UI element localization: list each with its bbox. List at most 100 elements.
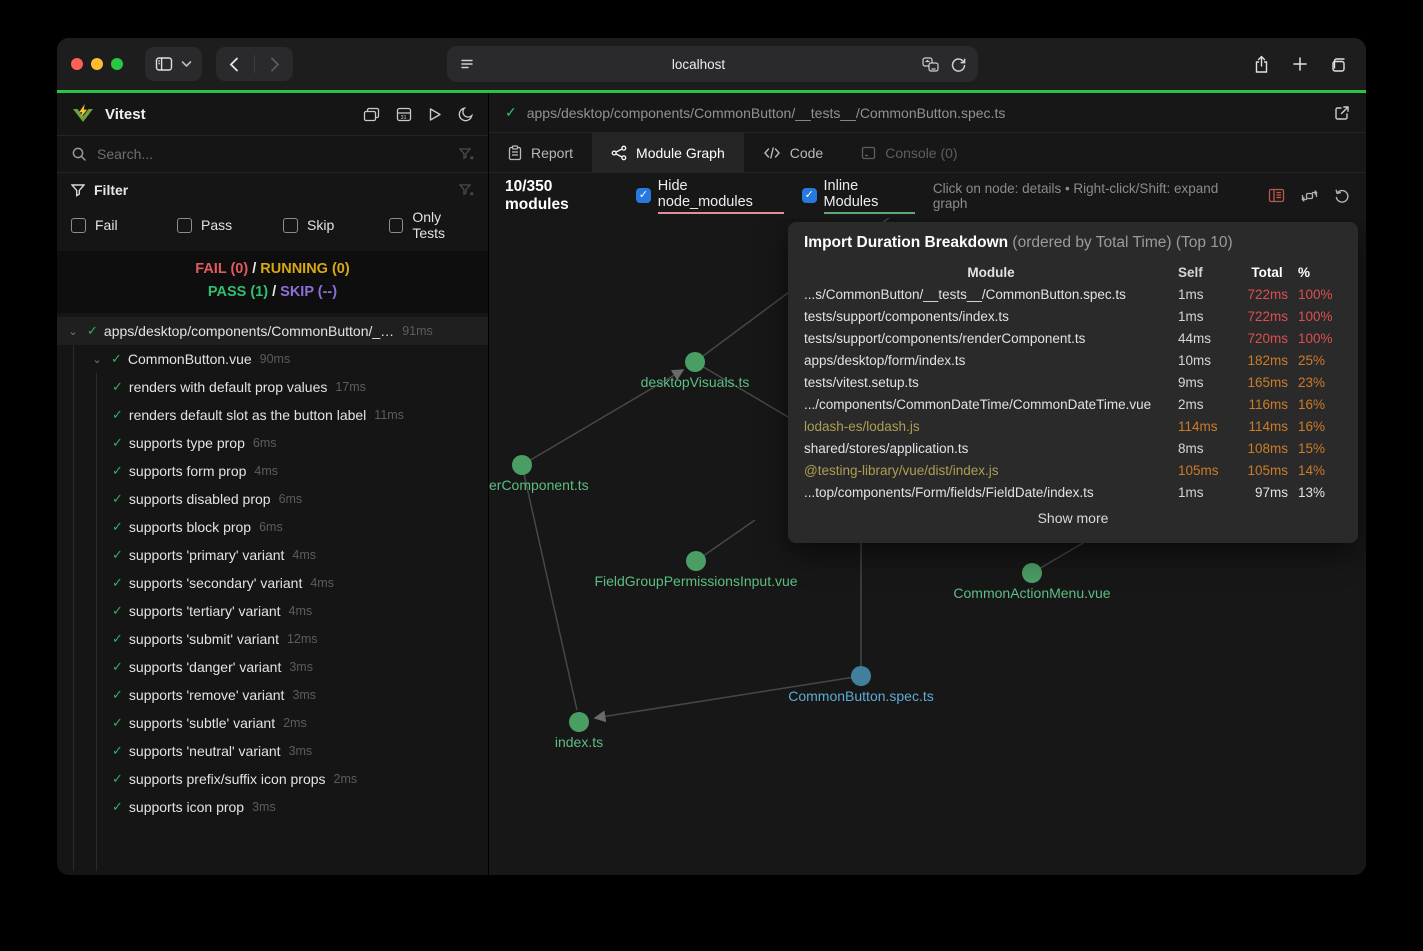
search-input[interactable] [97, 146, 449, 162]
expand-graph-icon[interactable] [1301, 188, 1318, 204]
node-circle[interactable] [569, 712, 589, 732]
console-icon [861, 146, 876, 160]
breakdown-module: shared/stores/application.ts [804, 441, 1178, 456]
pass-check-icon: ✓ [112, 715, 123, 731]
tabs-overview-icon[interactable] [1330, 56, 1348, 73]
panels-icon[interactable] [363, 107, 380, 122]
status-segment: / [248, 261, 260, 277]
chevron-down-icon[interactable]: ⌄ [67, 325, 79, 338]
graph-node-fieldGroupPermissionsInput[interactable]: FieldGroupPermissionsInput.vue [686, 551, 706, 571]
vitest-sidebar: Vitest 31 [57, 93, 489, 875]
minimize-window-button[interactable] [91, 58, 103, 70]
reader-icon[interactable] [459, 57, 475, 71]
graph-node-commonActionMenu[interactable]: CommonActionMenu.vue [1022, 563, 1042, 583]
details-book-icon[interactable] [1268, 188, 1285, 203]
tab-report[interactable]: Report [489, 133, 592, 172]
breakdown-module: @testing-library/vue/dist/index.js [804, 463, 1178, 478]
breakdown-rows: ...s/CommonButton/__tests__/CommonButton… [804, 283, 1342, 503]
graph-node-index[interactable]: index.ts [569, 712, 589, 732]
test-tree-row[interactable]: ⌄✓CommonButton.vue90ms [57, 345, 488, 373]
test-name: supports 'tertiary' variant [129, 603, 281, 619]
test-name: supports 'subtle' variant [129, 715, 275, 731]
test-tree-row[interactable]: ✓supports prefix/suffix icon props2ms [57, 765, 488, 793]
sidebar-toggle-button[interactable] [145, 47, 202, 81]
test-tree-row[interactable]: ✓renders with default prop values17ms [57, 373, 488, 401]
clear-filter-icon[interactable] [459, 184, 474, 197]
node-circle[interactable] [685, 352, 705, 372]
test-tree-row[interactable]: ✓supports 'danger' variant3ms [57, 653, 488, 681]
node-circle[interactable] [851, 666, 871, 686]
breakdown-total: 722ms [1236, 309, 1298, 324]
graph-toolbar: 10/350 modules ✓Hide node_modules✓Inline… [489, 173, 1366, 218]
filter-option-only-tests[interactable]: Only Tests [389, 209, 474, 241]
graph-node-commonButtonSpec[interactable]: CommonButton.spec.ts [851, 666, 871, 686]
show-more-button[interactable]: Show more [804, 510, 1342, 526]
tab-console-0-[interactable]: Console (0) [842, 133, 976, 172]
col-total: Total [1236, 265, 1298, 280]
test-name: supports prefix/suffix icon props [129, 771, 326, 787]
test-tree-row[interactable]: ✓supports 'submit' variant12ms [57, 625, 488, 653]
test-tree-row[interactable]: ✓supports 'subtle' variant2ms [57, 709, 488, 737]
breakdown-table: Module Self Total % ...s/CommonButton/__… [804, 261, 1342, 503]
graph-node-desktopVisuals[interactable]: desktopVisuals.ts [685, 352, 705, 372]
test-duration: 4ms [254, 464, 278, 478]
translate-icon[interactable] [922, 57, 939, 72]
forward-button[interactable] [263, 57, 287, 72]
test-tree-row[interactable]: ✓supports 'neutral' variant3ms [57, 737, 488, 765]
tab-module-graph[interactable]: Module Graph [592, 133, 744, 172]
share-icon[interactable] [1253, 55, 1270, 74]
status-segment: SKIP (--) [280, 284, 337, 300]
test-tree-row[interactable]: ✓supports 'secondary' variant4ms [57, 569, 488, 597]
code-icon [763, 146, 781, 160]
chevron-down-icon[interactable]: ⌄ [91, 353, 103, 366]
test-duration: 3ms [252, 800, 276, 814]
toggle-hide-node-modules[interactable]: ✓Hide node_modules [636, 178, 784, 214]
test-tree-row[interactable]: ✓supports 'primary' variant4ms [57, 541, 488, 569]
test-name: supports icon prop [129, 799, 244, 815]
address-bar[interactable]: localhost [447, 46, 978, 82]
filter-option-pass[interactable]: Pass [177, 209, 283, 241]
breakdown-self: 1ms [1178, 309, 1236, 324]
status-segment: / [268, 284, 280, 300]
node-circle[interactable] [686, 551, 706, 571]
status-segment: FAIL (0) [195, 261, 248, 277]
graph-node-renderComponent[interactable]: erComponent.ts [512, 455, 532, 475]
test-tree-row[interactable]: ✓supports disabled prop6ms [57, 485, 488, 513]
test-tree-row[interactable]: ✓renders default slot as the button labe… [57, 401, 488, 429]
dark-mode-icon[interactable] [458, 106, 474, 122]
toggle-inline-modules[interactable]: ✓Inline Modules [802, 178, 915, 214]
node-circle[interactable] [1022, 563, 1042, 583]
test-duration: 90ms [260, 352, 291, 366]
test-tree-row[interactable]: ⌄✓apps/desktop/components/CommonButton/_… [57, 317, 488, 345]
filter-option-skip[interactable]: Skip [283, 209, 389, 241]
new-tab-icon[interactable] [1292, 56, 1308, 72]
breakdown-total: 114ms [1236, 419, 1298, 434]
breakdown-pct: 14% [1298, 463, 1342, 478]
status-line-2: PASS (1) / SKIP (--) [57, 281, 488, 304]
dashboard-icon[interactable]: 31 [396, 107, 412, 122]
open-in-editor-icon[interactable] [1334, 105, 1350, 121]
clear-search-filter-icon[interactable] [459, 148, 474, 161]
test-duration: 17ms [335, 380, 366, 394]
close-window-button[interactable] [71, 58, 83, 70]
app-title: Vitest [105, 106, 146, 123]
test-tree-row[interactable]: ✓supports form prop4ms [57, 457, 488, 485]
test-tree-row[interactable]: ✓supports type prop6ms [57, 429, 488, 457]
breakdown-row: tests/support/components/index.ts1ms722m… [804, 305, 1342, 327]
graph-hint: Click on node: details • Right-click/Shi… [933, 181, 1250, 211]
reset-icon[interactable] [1334, 188, 1350, 203]
test-tree-row[interactable]: ✓supports block prop6ms [57, 513, 488, 541]
run-all-icon[interactable] [428, 107, 442, 122]
filter-options: FailPassSkipOnly Tests [71, 209, 474, 241]
test-tree-row[interactable]: ✓supports icon prop3ms [57, 793, 488, 821]
back-button[interactable] [222, 57, 246, 72]
node-label: FieldGroupPermissionsInput.vue [594, 573, 797, 589]
test-tree: ⌄✓apps/desktop/components/CommonButton/_… [57, 313, 488, 875]
test-tree-row[interactable]: ✓supports 'tertiary' variant4ms [57, 597, 488, 625]
zoom-window-button[interactable] [111, 58, 123, 70]
tab-code[interactable]: Code [744, 133, 842, 172]
node-circle[interactable] [512, 455, 532, 475]
reload-icon[interactable] [951, 57, 966, 72]
filter-option-fail[interactable]: Fail [71, 209, 177, 241]
test-tree-row[interactable]: ✓supports 'remove' variant3ms [57, 681, 488, 709]
